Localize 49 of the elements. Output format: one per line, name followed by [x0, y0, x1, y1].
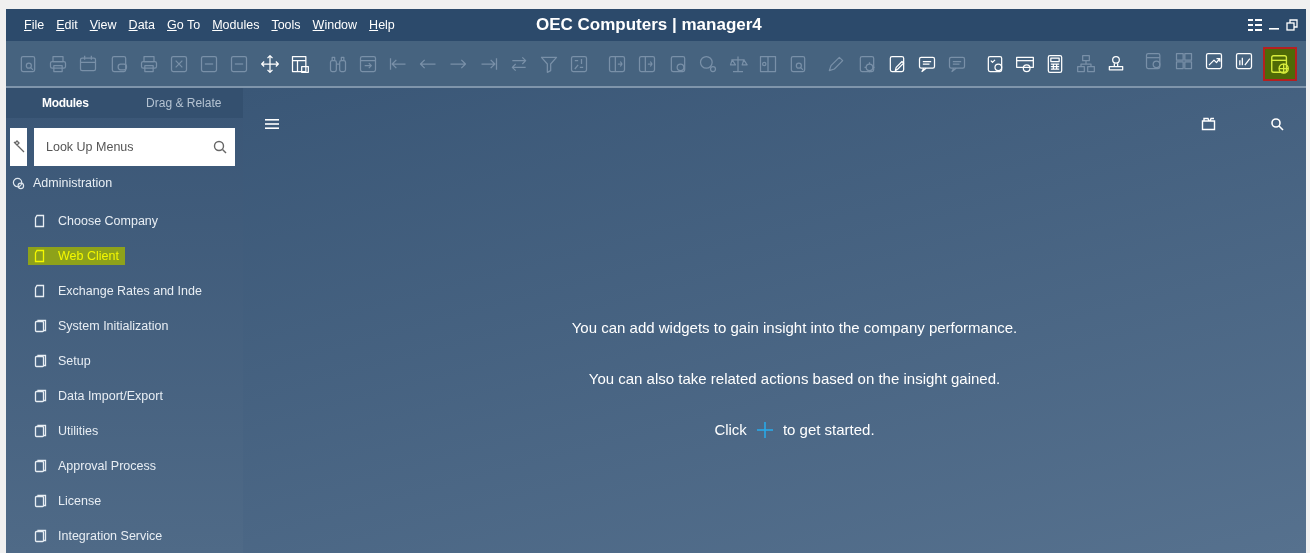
sidebar-tab[interactable]: Drag & Relate — [124, 96, 243, 110]
search-icon[interactable] — [1270, 117, 1284, 131]
search-icon[interactable] — [213, 140, 227, 154]
stacked-pages-icon — [34, 458, 47, 473]
tree-group[interactable]: Administration — [33, 176, 113, 190]
window-globe-icon[interactable] — [1268, 52, 1291, 75]
menu-item[interactable]: Edit — [50, 15, 84, 35]
page-icon — [34, 213, 47, 228]
search-field[interactable]: Look Up Menus — [34, 128, 235, 166]
info-text: You can add widgets to gain insight into the company performance. — [571, 319, 1018, 336]
menu-item[interactable]: Modules — [206, 15, 266, 35]
sidebar-tab[interactable]: Modules — [6, 96, 125, 110]
tree-item[interactable]: License — [28, 491, 108, 510]
menu-item[interactable]: View — [83, 15, 123, 35]
window-title: OEC Computers | manager4 — [536, 15, 762, 35]
tree-item[interactable]: Integration Service — [28, 526, 169, 545]
menu-item[interactable]: Data — [122, 15, 161, 35]
stacked-pages-icon — [34, 388, 47, 403]
tree-item[interactable]: Exchange Rates and Inde — [28, 281, 208, 300]
prompt-text: to get started. — [782, 421, 875, 438]
panel-settings-icon[interactable] — [1248, 18, 1262, 32]
page-icon — [34, 283, 47, 298]
menu-item[interactable]: File — [18, 15, 51, 35]
stacked-pages-icon — [34, 493, 47, 508]
menu-item[interactable]: Window — [306, 15, 364, 35]
restore-icon[interactable] — [1286, 19, 1298, 31]
folder-icon[interactable] — [1201, 117, 1216, 131]
move-icon[interactable] — [259, 52, 280, 75]
prompt-text: Click — [714, 421, 747, 438]
tree-item[interactable]: Utilities — [28, 421, 105, 440]
page-icon — [34, 248, 47, 263]
stacked-pages-icon — [34, 318, 47, 333]
tree-item[interactable]: Setup — [28, 351, 97, 370]
tree-item[interactable]: Approval Process — [28, 456, 162, 475]
menu-item[interactable]: Help — [363, 15, 401, 35]
tree-item[interactable]: Choose Company — [28, 211, 165, 230]
tree-item[interactable]: Data Import/Export — [28, 386, 169, 405]
stacked-pages-icon — [34, 528, 47, 543]
menu-item[interactable]: Go To — [161, 15, 207, 35]
wrench-button[interactable] — [10, 128, 27, 166]
stacked-pages-icon — [34, 423, 47, 438]
plus-icon[interactable] — [756, 421, 773, 438]
cog-icon — [12, 176, 25, 190]
menu-icon[interactable] — [265, 117, 279, 131]
stacked-pages-icon — [34, 353, 47, 368]
toolbar-button[interactable] — [1262, 46, 1297, 81]
menu-item[interactable]: Tools — [265, 15, 307, 35]
tree-item[interactable]: System Initialization — [28, 316, 175, 335]
info-text: You can also take related actions based on the insight gained. — [588, 370, 1001, 387]
